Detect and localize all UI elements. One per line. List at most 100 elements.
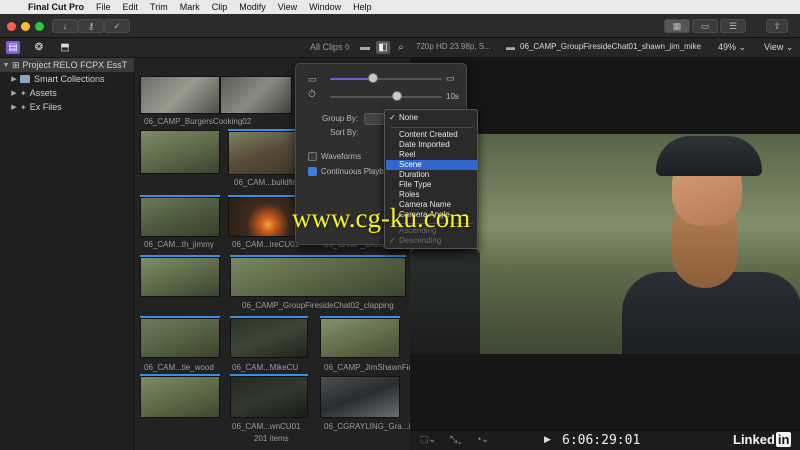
menu-window[interactable]: Window (303, 2, 347, 12)
menu-file[interactable]: File (90, 2, 117, 12)
clip-thumbnail[interactable] (140, 376, 220, 418)
item-count: 201 items (254, 434, 289, 443)
clip-thumbnail[interactable] (320, 376, 400, 418)
continuous-playback-label: Continuous Playb (321, 167, 384, 176)
menu-item-label: Reel (399, 150, 416, 159)
search-icon[interactable]: ⌕ (394, 41, 408, 54)
menu-view[interactable]: View (272, 2, 303, 12)
clip-thumbnail[interactable] (140, 76, 220, 114)
menu-item-descending: ✓ Descending (386, 236, 478, 246)
menu-item-label: Duration (399, 170, 430, 179)
close-window-button[interactable] (7, 22, 16, 31)
menu-item-roles[interactable]: Roles (386, 190, 478, 200)
person-cap (656, 136, 762, 176)
clip-label: 06_CAM...MikeCU (232, 363, 299, 372)
menu-item-file-type[interactable]: File Type (386, 180, 478, 190)
slider-knob[interactable] (392, 91, 402, 101)
continuous-playback-checkbox[interactable] (308, 167, 317, 176)
clip-thumbnail[interactable] (140, 197, 220, 237)
retime-icon[interactable]: ⤡⌄ (450, 434, 461, 445)
menu-modify[interactable]: Modify (233, 2, 272, 12)
titles-generators-icon[interactable]: ⬒ (58, 41, 72, 54)
viewer-footer: ⬚⌄ ⤡⌄ ◔⌄ ▶ 6:06:29:01 Linked in (410, 430, 800, 450)
menu-item-content-created[interactable]: Content Created (386, 130, 478, 140)
share-button[interactable]: ⇧ (766, 19, 788, 33)
viewer-header: 720p HD 23.98p, S... ▬ 06_CAMP_GroupFire… (410, 38, 800, 58)
clip-thumbnail[interactable] (230, 318, 308, 358)
clip-label: 06_CAM...tie_wood (144, 363, 214, 372)
menu-item-label: Date Imported (399, 140, 450, 149)
timeline-toggle-button[interactable]: ▭ (692, 19, 718, 33)
clip-thumbnail[interactable] (220, 76, 292, 114)
menu-item-label: Scene (399, 160, 422, 169)
menu-item-reel[interactable]: Reel (386, 150, 478, 160)
sidebar-item-ex-files[interactable]: ▶ ✦ Ex Files (0, 100, 134, 114)
library-sidebar: ▼ ⊞ Project RELO FCPX EssT ▶ Smart Colle… (0, 58, 134, 450)
slider-knob[interactable] (368, 73, 378, 83)
group-by-select[interactable] (364, 113, 386, 125)
menu-app[interactable]: Final Cut Pro (22, 2, 90, 12)
background-tasks-button[interactable]: ✓ (104, 19, 130, 33)
toolbar: ↓ ⚷ ✓ ▦ ▭ ☰ ⇧ (0, 14, 800, 38)
clip-thumbnail[interactable] (230, 376, 308, 418)
folder-icon (20, 75, 30, 83)
menu-edit[interactable]: Edit (117, 2, 145, 12)
clip-thumbnail[interactable] (320, 318, 400, 358)
menu-mark[interactable]: Mark (174, 2, 206, 12)
menu-item-label: Roles (399, 190, 420, 199)
large-filmstrip-icon: ▭ (446, 73, 455, 83)
keyword-button[interactable]: ⚷ (78, 19, 104, 33)
menu-item-scene[interactable]: Scene (386, 160, 478, 170)
menu-help[interactable]: Help (347, 2, 378, 12)
play-icon[interactable]: ▶ (544, 434, 551, 445)
menu-item-label: File Type (399, 180, 432, 189)
waveforms-checkbox[interactable] (308, 152, 317, 161)
sidebar-item-assets[interactable]: ▶ ✦ Assets (0, 86, 134, 100)
menu-trim[interactable]: Trim (144, 2, 174, 12)
disclosure-right-icon[interactable]: ▶ (8, 103, 20, 111)
inspector-toggle-button[interactable]: ☰ (720, 19, 746, 33)
disclosure-down-icon[interactable]: ▼ (0, 62, 12, 69)
linkedin-logo: Linked in (733, 432, 792, 447)
clip-thumbnail[interactable] (228, 131, 298, 175)
menu-item-duration[interactable]: Duration (386, 170, 478, 180)
browser-toggle-button[interactable]: ▦ (664, 19, 690, 33)
format-info[interactable]: 720p HD 23.98p, S... (416, 42, 491, 51)
disclosure-right-icon[interactable]: ▶ (8, 75, 20, 83)
menu-item-none[interactable]: ✓ None (386, 113, 478, 123)
filmstrip-view-icon[interactable]: ▬ (358, 41, 372, 54)
import-button[interactable]: ↓ (52, 19, 78, 33)
clip-appearance-icon[interactable]: ◧ (376, 41, 390, 54)
waveforms-label: Waveforms (321, 152, 362, 161)
browser-header: ▤ ❂ ⬒ All Clips ◊ ▬ ◧ ⌕ (0, 38, 410, 58)
speed-icon[interactable]: ◔⌄ (476, 434, 489, 445)
photos-audio-icon[interactable]: ❂ (32, 41, 46, 54)
clip-thumbnail[interactable] (140, 257, 220, 297)
stopwatch-icon: ⏱ (308, 89, 316, 100)
menu-item-label: None (399, 113, 419, 122)
clip-label: 06_CAM...buildfir (234, 178, 296, 187)
disclosure-right-icon[interactable]: ▶ (8, 89, 20, 97)
clip-label: 06_CAMP_GroupFiresideChat02_clapping (242, 301, 394, 310)
library-grid-icon: ⊞ (12, 59, 20, 70)
libraries-icon[interactable]: ▤ (6, 41, 20, 54)
transform-icon[interactable]: ⬚⌄ (420, 434, 436, 445)
zoom-window-button[interactable] (35, 22, 44, 31)
clip-thumbnail[interactable] (140, 318, 220, 358)
check-circle-icon: ✓ (113, 21, 121, 31)
view-dropdown[interactable]: View ⌄ (764, 42, 793, 53)
sidebar-item-library[interactable]: ▼ ⊞ Project RELO FCPX EssT (0, 58, 134, 72)
menu-clip[interactable]: Clip (206, 2, 234, 12)
duration-slider[interactable] (330, 96, 442, 98)
menu-item-date-imported[interactable]: Date Imported (386, 140, 478, 150)
zoom-dropdown[interactable]: 49% ⌄ (718, 42, 746, 53)
download-arrow-icon: ↓ (62, 21, 68, 31)
sidebar-item-label: Ex Files (29, 102, 62, 112)
clip-thumbnail[interactable] (230, 257, 406, 297)
timeline-layout-icon: ▭ (700, 21, 710, 31)
sidebar-item-smart-collections[interactable]: ▶ Smart Collections (0, 72, 134, 86)
sort-by-label: Sort By: (330, 128, 359, 137)
clip-filter-dropdown[interactable]: All Clips ◊ (310, 42, 349, 52)
clip-thumbnail[interactable] (140, 130, 220, 174)
minimize-window-button[interactable] (21, 22, 30, 31)
